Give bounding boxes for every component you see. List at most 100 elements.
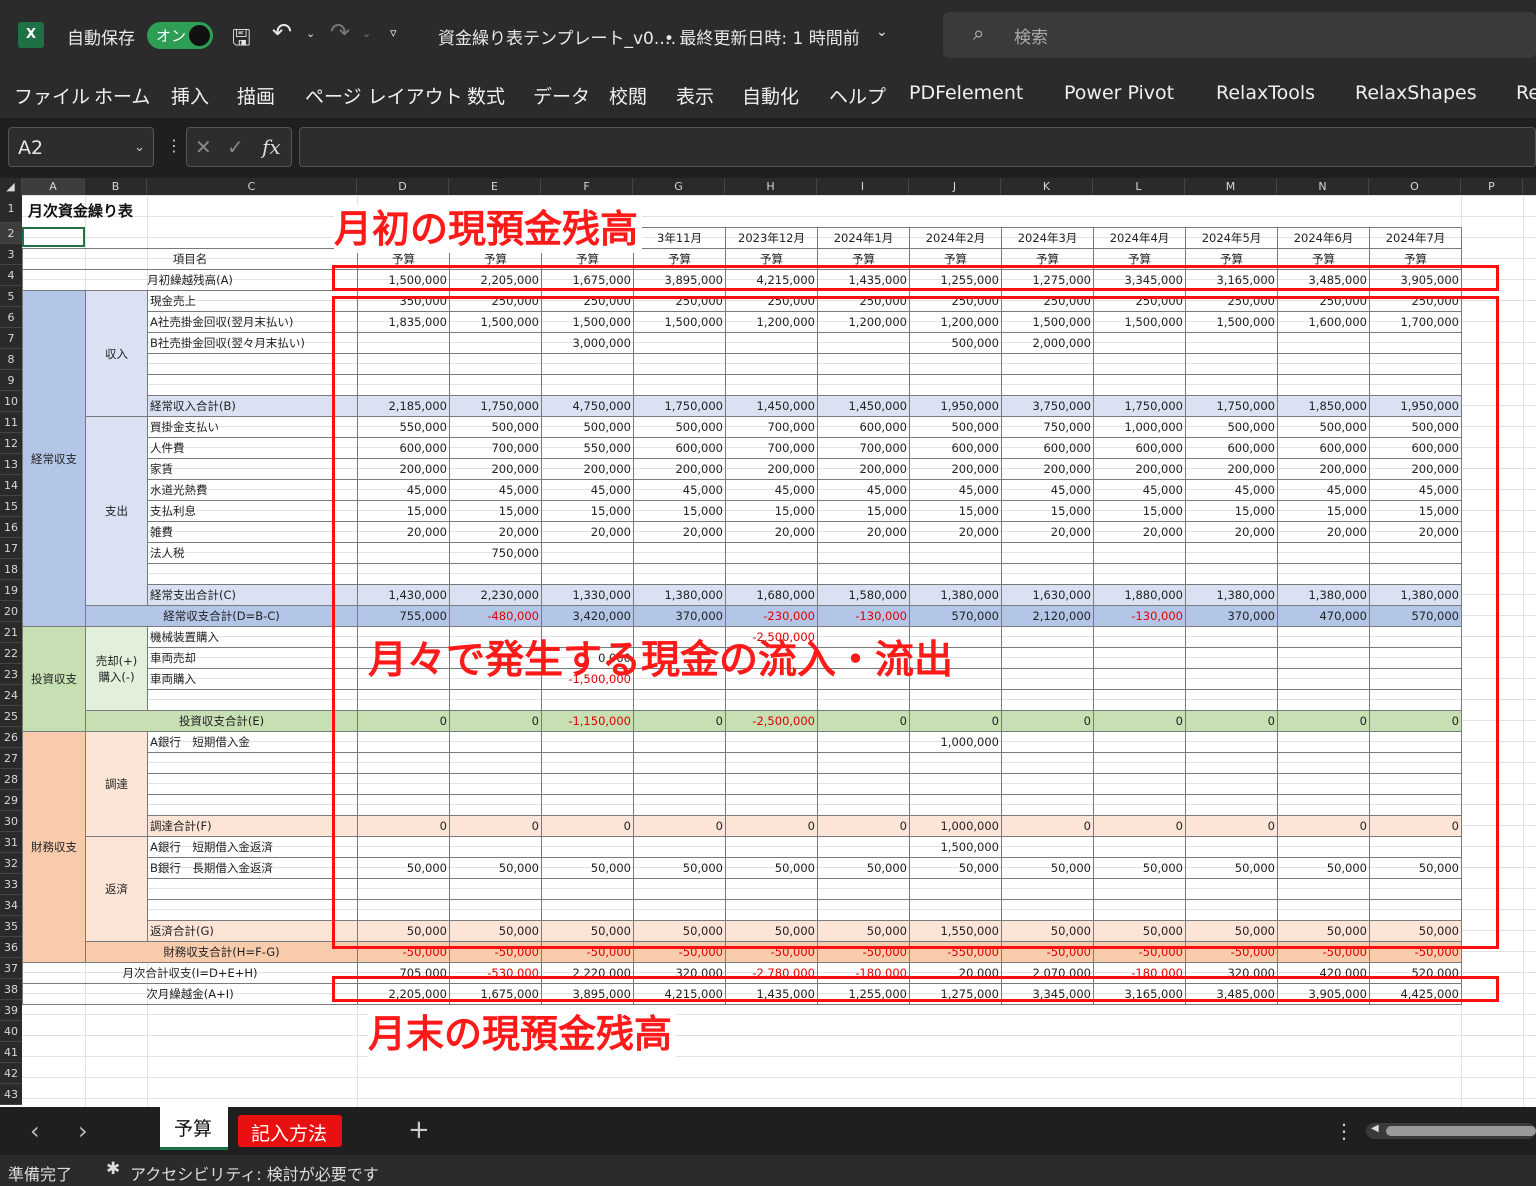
col-header-m[interactable]: M	[1185, 178, 1277, 195]
row-header-25[interactable]: 25	[0, 706, 22, 727]
col-header-n[interactable]: N	[1277, 178, 1369, 195]
save-icon[interactable]: 🖫	[232, 21, 251, 59]
chevron-down-icon[interactable]: ⌄	[876, 24, 888, 40]
row-header-17[interactable]: 17	[0, 538, 22, 559]
undo-icon[interactable]: ↶	[272, 18, 292, 46]
subgroup-repayment[interactable]: 返済	[85, 836, 148, 942]
row-header-36[interactable]: 36	[0, 937, 22, 958]
row-header-24[interactable]: 24	[0, 685, 22, 706]
file-name[interactable]: 資金繰り表テンプレート_v0.…	[438, 24, 676, 49]
row-header-42[interactable]: 42	[0, 1063, 22, 1084]
row-label[interactable]: A銀行 短期借入金返済	[147, 836, 358, 858]
row-header-38[interactable]: 38	[0, 979, 22, 1000]
enter-icon[interactable]: ✓	[227, 128, 244, 166]
row-label[interactable]	[147, 752, 358, 774]
search-box[interactable]: ⌕ 検索	[943, 12, 1536, 58]
month-header[interactable]: 2024年1月	[817, 227, 910, 249]
row-header-5[interactable]: 5	[0, 286, 22, 307]
subgroup-income[interactable]: 収入	[85, 290, 148, 417]
last-modified[interactable]: • 最終更新日時: 1 時間前	[664, 24, 860, 49]
row-label[interactable]: 買掛金支払い	[147, 416, 358, 438]
row-header-23[interactable]: 23	[0, 664, 22, 685]
row-label[interactable]	[147, 353, 358, 375]
item-name-header[interactable]: 項目名	[22, 248, 358, 270]
subgroup-expense[interactable]: 支出	[85, 416, 148, 606]
row-label[interactable]: 経常収入合計(B)	[147, 395, 358, 417]
select-all-corner[interactable]: ◢	[0, 178, 22, 195]
row-label[interactable]: 機械装置購入	[147, 626, 358, 648]
row-header-2[interactable]: 2	[0, 223, 22, 244]
name-box[interactable]: A2 ⌄	[8, 127, 154, 167]
row-header-28[interactable]: 28	[0, 769, 22, 790]
row-header-33[interactable]: 33	[0, 874, 22, 895]
customize-qat-icon[interactable]: ▿	[390, 26, 397, 41]
row-header-39[interactable]: 39	[0, 1000, 22, 1021]
row-header-29[interactable]: 29	[0, 790, 22, 811]
scrollbar-thumb[interactable]	[1386, 1126, 1536, 1136]
month-header[interactable]: 3年11月	[633, 227, 726, 249]
next-sheet-icon[interactable]: ›	[78, 1117, 88, 1145]
cell[interactable]	[86, 228, 148, 249]
menu-relaxshapes[interactable]: RelaxShapes	[1355, 82, 1477, 104]
undo-dropdown-icon[interactable]: ⌄	[306, 27, 315, 40]
row-header-27[interactable]: 27	[0, 748, 22, 769]
prev-sheet-icon[interactable]: ‹	[30, 1117, 40, 1145]
row-label[interactable]: A銀行 短期借入金	[147, 731, 358, 753]
row-label[interactable]: 法人税	[147, 542, 358, 564]
row-label[interactable]	[147, 563, 358, 585]
col-header-p[interactable]: P	[1461, 178, 1523, 195]
row-header-35[interactable]: 35	[0, 916, 22, 937]
month-header[interactable]: 2024年7月	[1369, 227, 1462, 249]
status-accessibility[interactable]: アクセシビリティ: 検討が必要です	[130, 1161, 379, 1185]
menu-view[interactable]: 表示	[676, 82, 714, 109]
row-label[interactable]	[147, 794, 358, 816]
scroll-left-icon[interactable]: ◀	[1371, 1123, 1379, 1134]
menu-help[interactable]: ヘルプ	[829, 82, 886, 109]
row-label[interactable]: 月初繰越残高(A)	[22, 269, 358, 291]
row-header-40[interactable]: 40	[0, 1021, 22, 1042]
col-header-f[interactable]: F	[541, 178, 633, 195]
row-header-14[interactable]: 14	[0, 475, 22, 496]
row-header-4[interactable]: 4	[0, 265, 22, 286]
row-header-30[interactable]: 30	[0, 811, 22, 832]
row-header-10[interactable]: 10	[0, 391, 22, 412]
autosave-toggle[interactable]: オン	[147, 22, 213, 49]
row-label[interactable]: 次月繰越金(A+I)	[22, 983, 358, 1005]
sheet-title[interactable]: 月次資金繰り表	[28, 200, 133, 221]
horizontal-scrollbar[interactable]: ◀	[1366, 1123, 1536, 1139]
redo-dropdown-icon[interactable]: ⌄	[362, 27, 371, 40]
group-operating[interactable]: 経常収支	[22, 290, 86, 627]
row-label[interactable]: 家賃	[147, 458, 358, 480]
row-label[interactable]	[147, 773, 358, 795]
menu-automate[interactable]: 自動化	[742, 82, 799, 109]
col-header-o[interactable]: O	[1369, 178, 1461, 195]
row-label[interactable]: 経常支出合計(C)	[147, 584, 358, 606]
row-header-21[interactable]: 21	[0, 622, 22, 643]
month-header[interactable]: 2024年2月	[909, 227, 1002, 249]
row-label[interactable]: 水道光熱費	[147, 479, 358, 501]
row-label[interactable]	[147, 878, 358, 900]
row-label[interactable]: 支払利息	[147, 500, 358, 522]
row-header-16[interactable]: 16	[0, 517, 22, 538]
col-header-j[interactable]: J	[909, 178, 1001, 195]
chevron-down-icon[interactable]: ⌄	[134, 128, 145, 168]
row-header-37[interactable]: 37	[0, 958, 22, 979]
menu-formulas[interactable]: 数式	[467, 82, 505, 109]
row-header-13[interactable]: 13	[0, 454, 22, 475]
row-label[interactable]: 投資収支合計(E)	[85, 710, 358, 732]
col-header-a[interactable]: A	[22, 178, 85, 195]
col-header-d[interactable]: D	[357, 178, 449, 195]
row-header-8[interactable]: 8	[0, 349, 22, 370]
row-label[interactable]: 経常収支合計(D=B-C)	[85, 605, 358, 627]
row-label[interactable]: A社売掛金回収(翌月末払い)	[147, 311, 358, 333]
menu-pdfelement[interactable]: PDFelement	[909, 82, 1023, 104]
row-label[interactable]: 返済合計(G)	[147, 920, 358, 942]
subgroup-sale-purchase[interactable]: 売却(+) 購入(-)	[85, 626, 148, 711]
row-label[interactable]	[147, 689, 358, 711]
menu-home[interactable]: ホーム	[94, 82, 150, 109]
row-label[interactable]: 月次合計収支(I=D+E+H)	[22, 962, 358, 984]
row-header-11[interactable]: 11	[0, 412, 22, 433]
menu-file[interactable]: ファイル	[14, 82, 90, 109]
formula-input[interactable]	[299, 127, 1536, 167]
row-header-31[interactable]: 31	[0, 832, 22, 853]
